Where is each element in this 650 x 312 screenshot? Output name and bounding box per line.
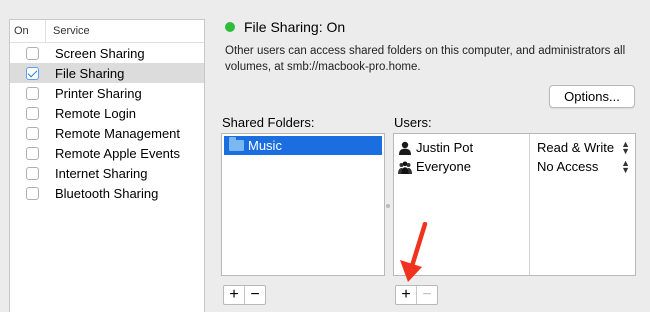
service-row[interactable]: Remote Login bbox=[10, 103, 204, 123]
service-checkbox-cell bbox=[10, 126, 55, 140]
permission-value: Read & Write bbox=[537, 140, 615, 155]
service-list-header: On Service bbox=[10, 20, 204, 43]
service-label: Screen Sharing bbox=[55, 45, 145, 61]
service-label: Bluetooth Sharing bbox=[55, 185, 159, 201]
service-row[interactable]: Bluetooth Sharing bbox=[10, 183, 204, 203]
folder-row[interactable]: Music bbox=[224, 136, 382, 155]
service-label: Remote Management bbox=[55, 125, 181, 141]
service-checkbox[interactable] bbox=[26, 86, 39, 100]
up-down-arrows-icon: ▲ ▼ bbox=[621, 157, 630, 175]
service-label: Printer Sharing bbox=[55, 85, 142, 101]
service-row[interactable]: Screen Sharing bbox=[10, 43, 204, 63]
service-row[interactable]: Printer Sharing bbox=[10, 83, 204, 103]
column-header-service[interactable]: Service bbox=[46, 25, 90, 37]
user-name: Justin Pot bbox=[416, 140, 474, 155]
user-row[interactable]: Everyone bbox=[394, 157, 529, 176]
split-handle[interactable] bbox=[386, 204, 390, 208]
options-button[interactable]: Options... bbox=[549, 85, 635, 108]
service-list: On Service Screen Sharing File Sharing Pri… bbox=[9, 19, 205, 312]
service-row[interactable]: Internet Sharing bbox=[10, 163, 204, 183]
service-checkbox[interactable] bbox=[26, 46, 39, 60]
service-checkbox-cell bbox=[10, 86, 55, 100]
service-row[interactable]: Remote Apple Events bbox=[10, 143, 204, 163]
service-checkbox[interactable] bbox=[26, 166, 39, 180]
service-checkbox[interactable] bbox=[26, 126, 39, 140]
status-description: Other users can access shared folders on… bbox=[225, 45, 626, 73]
folders-add-remove: + − bbox=[223, 285, 266, 305]
status-title: File Sharing: On bbox=[244, 19, 346, 35]
shared-folders-label: Shared Folders: bbox=[222, 115, 315, 130]
user-name: Everyone bbox=[416, 159, 471, 174]
service-checkbox-cell bbox=[10, 146, 55, 160]
service-checkbox[interactable] bbox=[26, 146, 39, 160]
service-label: Remote Apple Events bbox=[55, 145, 181, 161]
up-down-arrows-icon: ▲ ▼ bbox=[621, 138, 630, 156]
service-checkbox[interactable] bbox=[26, 66, 39, 80]
permission-select[interactable]: Read & Write ▲ ▼ bbox=[537, 138, 632, 157]
remove-folder-button[interactable]: − bbox=[244, 286, 265, 304]
add-user-button[interactable]: + bbox=[396, 286, 416, 304]
users-label: Users: bbox=[394, 115, 432, 130]
service-label: Internet Sharing bbox=[55, 165, 148, 181]
service-checkbox-cell bbox=[10, 106, 55, 120]
add-folder-button[interactable]: + bbox=[224, 286, 244, 304]
service-checkbox-cell bbox=[10, 46, 55, 60]
folder-icon bbox=[229, 137, 244, 151]
column-header-on[interactable]: On bbox=[10, 20, 46, 42]
users-add-remove: + − bbox=[395, 285, 438, 305]
service-checkbox-cell bbox=[10, 186, 55, 200]
service-label: File Sharing bbox=[55, 65, 125, 81]
annotation-arrow-icon bbox=[400, 222, 428, 282]
single-user-icon bbox=[399, 141, 411, 155]
service-checkbox-cell bbox=[10, 66, 55, 80]
service-checkbox[interactable] bbox=[26, 106, 39, 120]
users-column-divider bbox=[529, 134, 530, 275]
service-checkbox[interactable] bbox=[26, 186, 39, 200]
remove-user-button[interactable]: − bbox=[416, 286, 437, 304]
permission-value: No Access bbox=[537, 159, 599, 174]
permission-select[interactable]: No Access ▲ ▼ bbox=[537, 157, 632, 176]
shared-folders-list: Music bbox=[221, 133, 385, 276]
service-row[interactable]: File Sharing bbox=[10, 63, 204, 83]
group-users-icon bbox=[398, 161, 412, 174]
service-checkbox-cell bbox=[10, 166, 55, 180]
status-indicator-icon bbox=[225, 22, 235, 32]
service-row[interactable]: Remote Management bbox=[10, 123, 204, 143]
user-row[interactable]: Justin Pot bbox=[394, 138, 529, 157]
service-label: Remote Login bbox=[55, 105, 136, 121]
folder-name: Music bbox=[248, 138, 282, 153]
